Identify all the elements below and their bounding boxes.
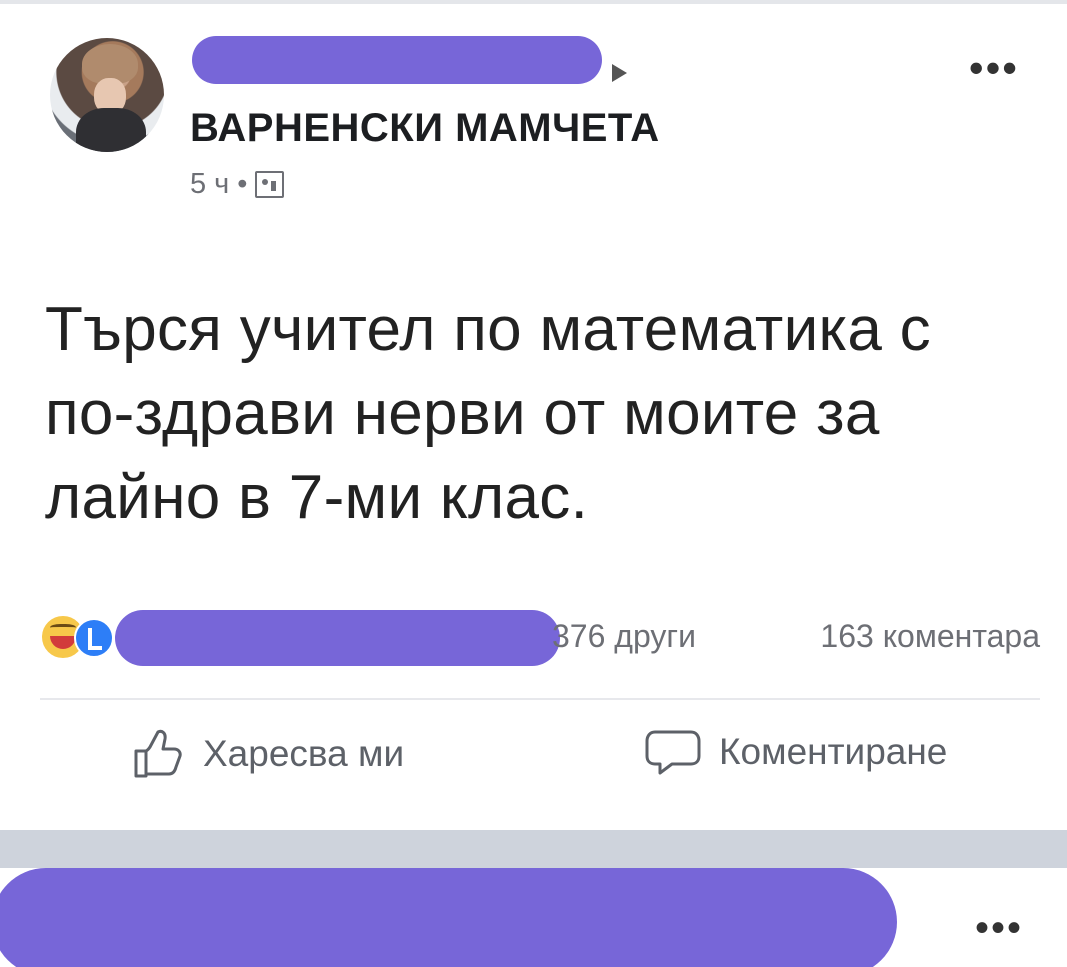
like-button[interactable]: Харесва ми [130, 728, 404, 780]
redacted-reaction-names [115, 610, 560, 666]
reaction-summary[interactable]: 376 други 163 коментара [40, 610, 1040, 670]
like-label: Харесва ми [203, 733, 405, 774]
more-options-icon[interactable]: ••• [969, 44, 1019, 92]
avatar-body [76, 108, 146, 152]
next-post-preview: ••• [0, 868, 1067, 967]
group-arrow-icon [612, 64, 627, 82]
post-body-text: Търся учител по математика с по-здрави н… [45, 295, 931, 532]
comment-count[interactable]: 163 коментара [820, 618, 1040, 655]
post-time[interactable]: 5 ч [190, 168, 229, 201]
thumbs-up-icon [134, 729, 182, 778]
comment-button[interactable]: Коментиране [645, 728, 947, 776]
redacted-next-post-header [0, 868, 897, 967]
post-meta: 5 ч • [190, 168, 285, 201]
group-name[interactable]: ВАРНЕНСКИ МАМЧЕТА [190, 106, 660, 151]
social-post-screenshot: ВАРНЕНСКИ МАМЧЕТА 5 ч • ••• Търся учител… [0, 0, 1067, 967]
user-avatar[interactable] [50, 38, 164, 152]
comment-bubble-icon [645, 730, 701, 775]
like-reaction-icon [74, 618, 114, 658]
meta-separator: • [237, 168, 248, 200]
redacted-author-name [192, 36, 602, 84]
group-audience-icon [255, 171, 285, 198]
reaction-count-text[interactable]: 376 други [552, 618, 696, 655]
action-divider [40, 698, 1040, 700]
feed-separator [0, 830, 1067, 868]
comment-label: Коментиране [719, 731, 948, 772]
next-post-more-icon[interactable]: ••• [975, 906, 1023, 951]
